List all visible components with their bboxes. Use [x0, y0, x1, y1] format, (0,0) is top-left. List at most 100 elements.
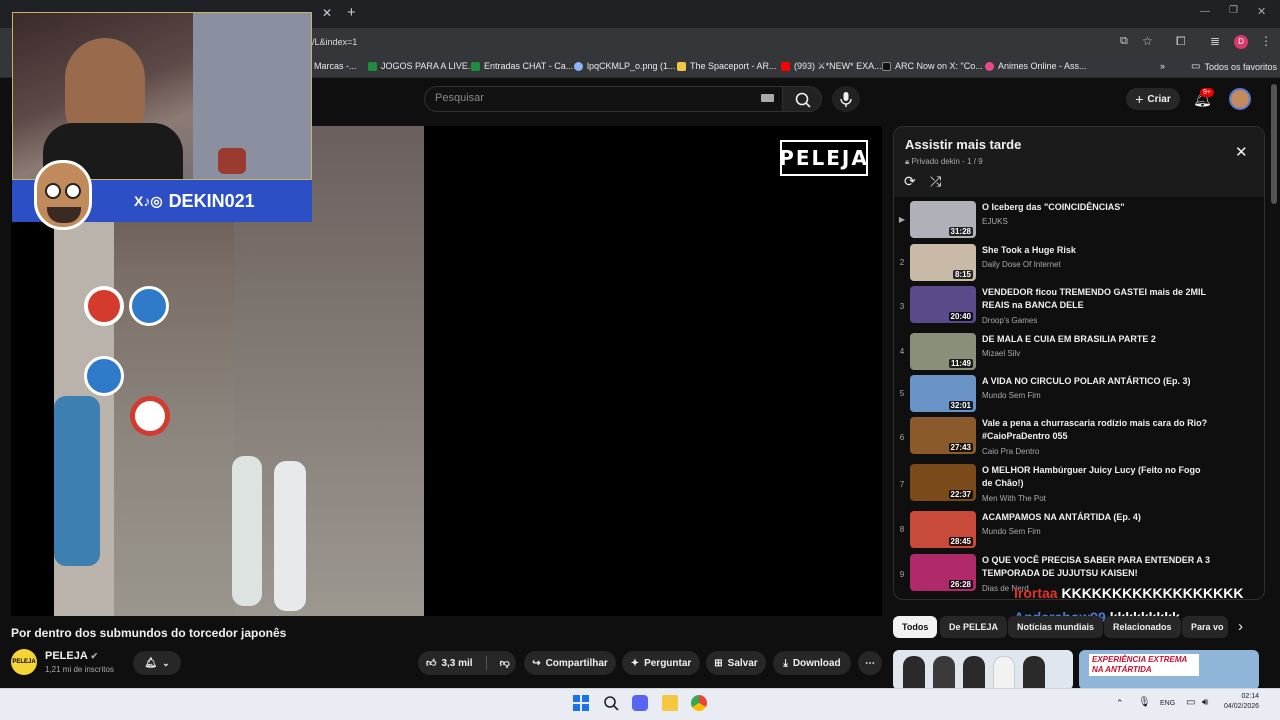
- chevron-right-icon[interactable]: ›: [1238, 618, 1243, 635]
- playlist-panel: Assistir mais tarde 🔒︎ Privado dekin - 1…: [893, 126, 1265, 600]
- keyboard-icon[interactable]: [761, 94, 774, 102]
- chip-para-voce[interactable]: Para vo: [1182, 616, 1228, 638]
- playlist-item[interactable]: 3 20:40 VENDEDOR ficou TREMENDO GASTEI m…: [894, 286, 1264, 332]
- bookmark-item[interactable]: lpqCKMLP_o.png (1...: [574, 61, 676, 71]
- playlist-item[interactable]: 4 11:49 DE MALA E CUIA EM BRASILIA PARTE…: [894, 333, 1264, 373]
- bookmark-item[interactable]: Animes Online - Ass...: [985, 61, 1087, 71]
- bookmark-item[interactable]: The Spaceport - AR...: [677, 61, 777, 71]
- new-tab-button[interactable]: +: [347, 4, 356, 21]
- tray-chevron-icon[interactable]: ⌃: [1116, 698, 1124, 709]
- account-avatar[interactable]: [1229, 88, 1251, 110]
- chat-text: KKKKKKKKKKKKKKKKKK: [1061, 585, 1244, 601]
- thumbs-down-icon: 👎︎: [499, 658, 510, 669]
- playlist-item-title: VENDEDOR ficou TREMENDO GASTEI mais de 2…: [982, 287, 1206, 310]
- extensions-icon[interactable]: ⧠: [1176, 34, 1186, 49]
- share-button[interactable]: ↪ Compartilhar: [524, 651, 616, 675]
- language-indicator[interactable]: ENG: [1160, 700, 1175, 707]
- discord-icon[interactable]: [632, 695, 648, 711]
- download-button[interactable]: ⤓ Download: [773, 651, 851, 675]
- playlist-item[interactable]: 8 28:45 ACAMPAMOS NA ANTÁRTIDA (Ep. 4) M…: [894, 511, 1264, 551]
- search-input[interactable]: Pesquisar: [424, 86, 784, 112]
- maximize-icon[interactable]: ❐: [1229, 5, 1238, 16]
- bookmark-item[interactable]: Marcas -...: [314, 61, 357, 71]
- channel-avatar[interactable]: PELEJA: [11, 649, 37, 675]
- shuffle-icon[interactable]: ⤮: [930, 173, 941, 190]
- streamer-handle: DEKIN021: [168, 190, 255, 211]
- browser-menu-icon[interactable]: ⋮: [1260, 34, 1272, 48]
- bell-icon: 🔔︎: [144, 657, 158, 669]
- close-icon[interactable]: ✕: [1235, 143, 1248, 161]
- channel-name[interactable]: PELEJA ✔: [45, 650, 98, 662]
- chrome-icon[interactable]: [691, 695, 707, 711]
- bookmark-item[interactable]: JOGOS PARA A LIVE...: [368, 61, 475, 71]
- playlist-header: Assistir mais tarde 🔒︎ Privado dekin - 1…: [894, 127, 1264, 197]
- bookmark-item[interactable]: Entradas CHAT - Ca...: [471, 61, 573, 71]
- chip-relacionados[interactable]: Relacionados: [1104, 616, 1181, 638]
- divider: [485, 656, 487, 670]
- bookmarks-overflow-icon[interactable]: »: [1160, 61, 1165, 71]
- playlist-item-title: ACAMPAMOS NA ANTÁRTIDA (Ep. 4): [982, 512, 1141, 522]
- subscription-bell-button[interactable]: 🔔︎ ⌄: [133, 651, 181, 675]
- dislike-button[interactable]: 👎︎: [500, 657, 510, 669]
- playlist-item[interactable]: 5 32:01 A VIDA NO CIRCULO POLAR ANTÁRTIC…: [894, 375, 1264, 415]
- file-explorer-icon[interactable]: [662, 695, 678, 711]
- cast-icon[interactable]: ⧉: [1120, 35, 1128, 48]
- windows-start-icon[interactable]: [573, 695, 589, 711]
- person: [933, 656, 955, 690]
- save-button[interactable]: ⊞ Salvar: [706, 651, 766, 675]
- person: [963, 656, 985, 690]
- minimize-icon[interactable]: —: [1200, 6, 1210, 17]
- lock-icon: 🔒︎: [905, 157, 910, 166]
- playlist-item-title: O QUE VOCÊ PRECISA SABER PARA ENTENDER A…: [982, 555, 1211, 578]
- chip-todos[interactable]: Todos: [893, 616, 938, 638]
- network-icon[interactable]: ▭: [1186, 697, 1195, 708]
- playlist-item[interactable]: 2 8:15 She Took a Huge Risk Daily Dose O…: [894, 244, 1264, 284]
- playlist-meta: 🔒︎ Privado dekin - 1 / 9: [905, 157, 983, 166]
- chat-message: lrortaa KKKKKKKKKKKKKKKKKK: [1014, 585, 1243, 601]
- glasses-icon: [45, 183, 61, 199]
- like-button[interactable]: 👍︎ 3,3 mil: [426, 657, 473, 670]
- tab-close-icon[interactable]: ✕: [322, 6, 332, 20]
- bookmark-star-icon[interactable]: ☆: [1142, 34, 1153, 48]
- window-close-icon[interactable]: ✕: [1257, 5, 1266, 18]
- recommended-video-thumbnail[interactable]: [893, 650, 1073, 690]
- playlist-title[interactable]: Assistir mais tarde: [905, 137, 1021, 152]
- loop-icon[interactable]: ⟳: [904, 173, 916, 190]
- chat-user: lrortaa: [1014, 585, 1058, 601]
- playlist-item[interactable]: 7 22:37 O MELHOR Hambúrguer Juicy Lucy (…: [894, 464, 1264, 510]
- profile-avatar[interactable]: D: [1234, 35, 1248, 49]
- page-scrollbar[interactable]: [1271, 84, 1277, 204]
- chip-noticias[interactable]: Notícias mundiais: [1008, 616, 1104, 638]
- playlist-item-channel: Mundo Sem Fim: [982, 391, 1041, 400]
- playlist-item-title: DE MALA E CUIA EM BRASILIA PARTE 2: [982, 334, 1156, 344]
- recommended-video-thumbnail[interactable]: EXPERIÊNCIA EXTREMA NA ANTÁRTIDA: [1079, 650, 1259, 690]
- tray-mic-icon[interactable]: 🎙︎: [1138, 697, 1151, 708]
- reading-list-icon[interactable]: ≣: [1210, 34, 1220, 48]
- system-clock[interactable]: 02:14 04/02/2026: [1224, 692, 1259, 712]
- video-thumbnail: 27:43: [910, 417, 976, 454]
- video-thumbnail: 28:45: [910, 511, 976, 548]
- create-button[interactable]: + Criar: [1126, 88, 1180, 110]
- more-actions-button[interactable]: ⋯: [858, 651, 882, 675]
- bookmark-item[interactable]: (993) ⚔*NEW* EXA...: [781, 61, 882, 72]
- all-bookmarks-folder[interactable]: ▭ Todos os favoritos: [1191, 61, 1277, 72]
- volume-icon[interactable]: 🔊︎: [1202, 697, 1208, 708]
- beard: [47, 207, 81, 223]
- playlist-item[interactable]: ▶ 31:28 O Iceberg das "COINCIDÊNCIAS" EJ…: [894, 201, 1264, 241]
- address-url[interactable]: /L&index=1: [312, 37, 357, 47]
- download-icon: ⤓: [783, 657, 788, 669]
- taskbar-search-icon[interactable]: [603, 695, 619, 711]
- x-icon: [882, 61, 891, 71]
- ask-button[interactable]: ✦ Perguntar: [622, 651, 700, 675]
- playlist-item-title: O MELHOR Hambúrguer Juicy Lucy (Feito no…: [982, 465, 1201, 488]
- folder-icon: ▭: [1191, 61, 1201, 72]
- verified-icon: ✔: [90, 651, 98, 661]
- chip-de-peleja[interactable]: De PELEJA: [940, 616, 1008, 638]
- bookmark-item[interactable]: ARC Now on X: "Co...: [882, 61, 983, 71]
- pedestrian: [274, 461, 306, 611]
- search-button[interactable]: [782, 86, 822, 112]
- playlist-item[interactable]: 6 27:43 Vale a pena a churrascaria rodíz…: [894, 417, 1264, 463]
- pedestrian: [232, 456, 262, 606]
- voice-search-button[interactable]: [832, 86, 860, 112]
- playlist-item-channel: Mundo Sem Fim: [982, 527, 1041, 536]
